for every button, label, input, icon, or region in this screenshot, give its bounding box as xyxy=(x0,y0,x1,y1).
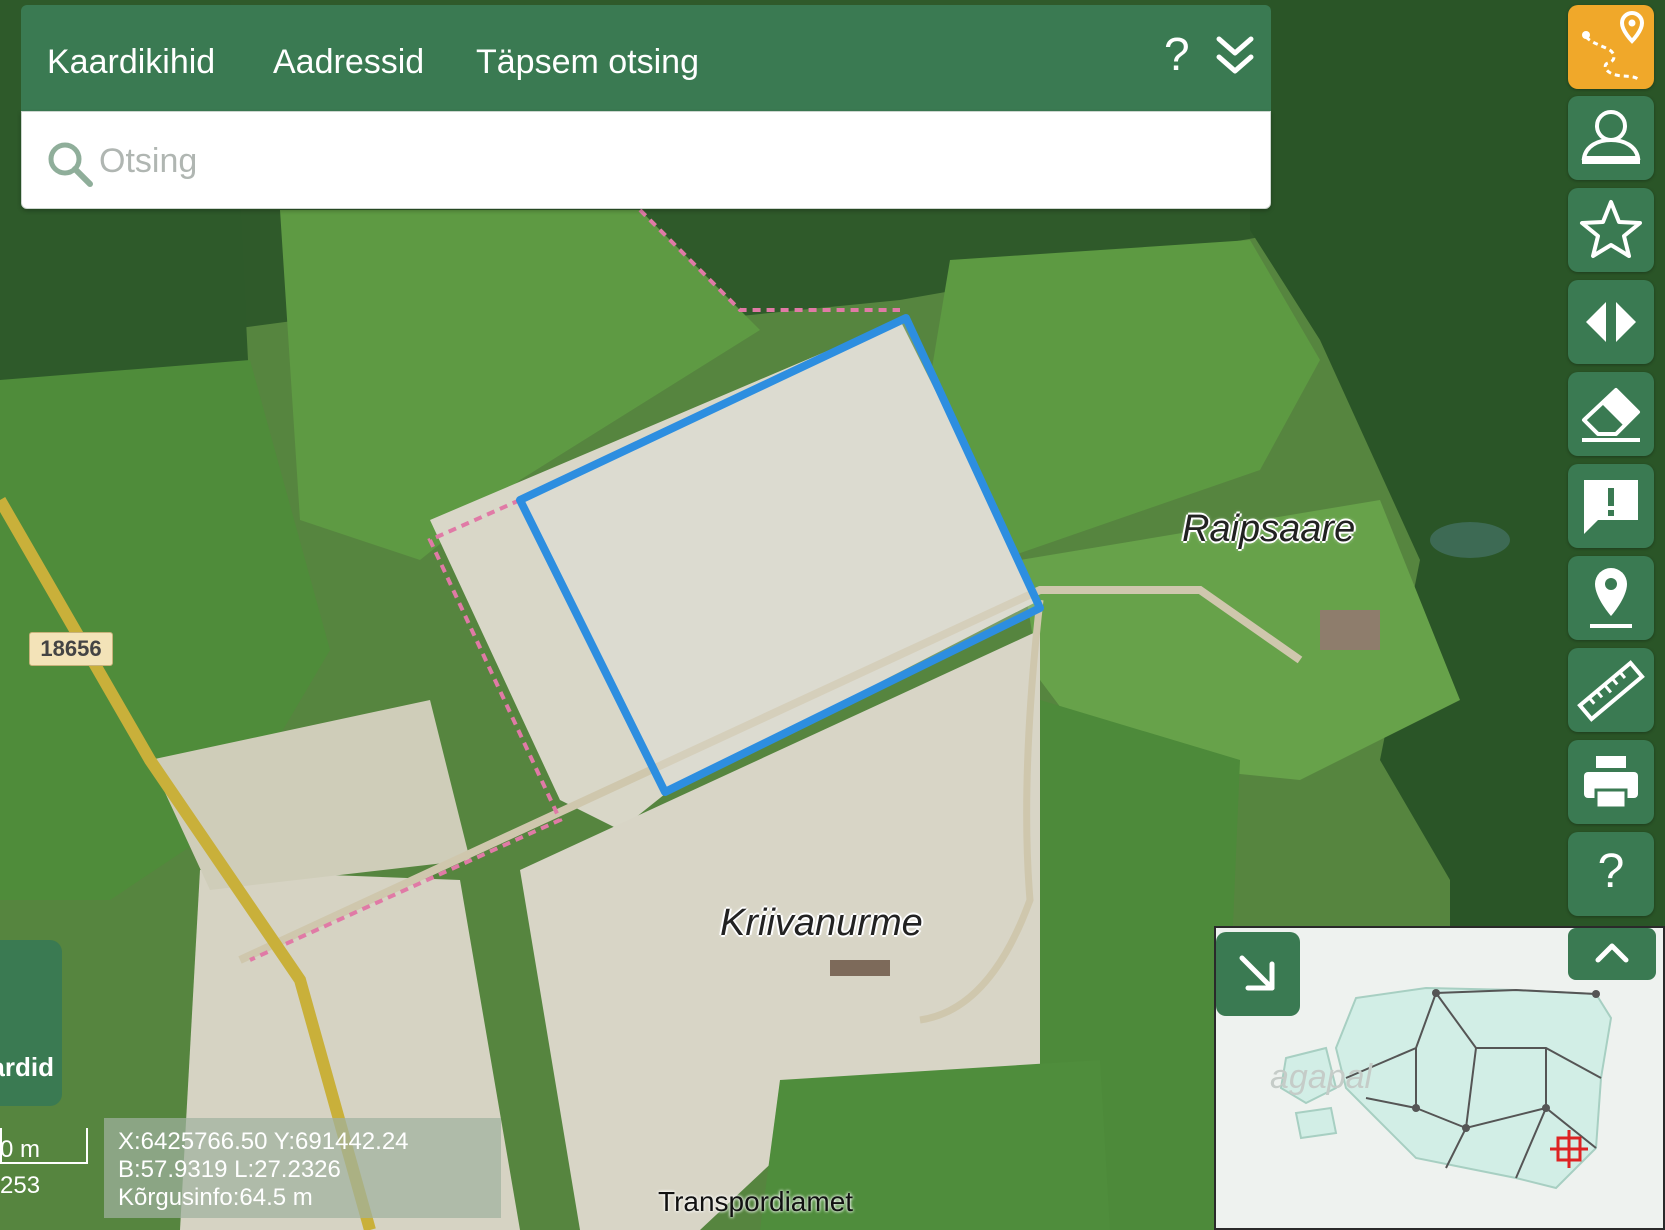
tab-kaardikihid[interactable]: Kaardikihid xyxy=(47,43,215,82)
minimap-label: agapal xyxy=(1270,1058,1373,1096)
help-icon: ? xyxy=(1597,845,1625,898)
compare-button[interactable] xyxy=(1568,280,1654,364)
ruler-icon xyxy=(1577,660,1645,722)
search-input[interactable] xyxy=(97,132,1201,190)
user-button[interactable] xyxy=(1568,96,1654,180)
location-pin-icon xyxy=(1590,568,1632,628)
search-panel: Kaardikihid Aadressid Täpsem otsing ? xyxy=(21,5,1271,209)
print-icon xyxy=(1584,756,1638,810)
route-pin-icon xyxy=(1582,11,1645,81)
help-tool-button[interactable]: ? xyxy=(1568,832,1654,916)
cards-button[interactable]: ardid xyxy=(0,940,62,1106)
help-button[interactable]: ? xyxy=(1164,27,1190,81)
collapse-panel-button[interactable] xyxy=(1213,33,1257,79)
coordinates-readout: X:6425766.50 Y:691442.24 B:57.9319 L:27.… xyxy=(104,1118,501,1218)
measure-button[interactable] xyxy=(1568,648,1654,732)
location-button[interactable] xyxy=(1568,556,1654,640)
user-icon xyxy=(1581,110,1641,164)
minimap-collapse-button[interactable] xyxy=(1568,928,1656,980)
arrow-down-right-icon xyxy=(1239,955,1275,991)
place-label-raipsaare: Raipsaare xyxy=(1182,508,1356,550)
feedback-icon xyxy=(1584,480,1638,534)
chevron-up-icon xyxy=(1595,943,1629,963)
double-chevron-down-icon xyxy=(1216,36,1254,74)
erase-button[interactable] xyxy=(1568,372,1654,456)
scale-label: 0 m xyxy=(0,1136,41,1163)
minimap-expand-button[interactable] xyxy=(1216,932,1300,1016)
map-attribution[interactable]: Transpordiamet xyxy=(658,1186,853,1218)
place-label-kriivanurme: Kriivanurme xyxy=(720,902,923,944)
scale-ratio: 253 xyxy=(0,1172,41,1199)
route-tool-button[interactable] xyxy=(1568,5,1654,89)
search-icon xyxy=(48,142,93,187)
eraser-icon xyxy=(1582,388,1640,442)
coordinates-xy: X:6425766.50 Y:691442.24 xyxy=(118,1128,409,1155)
road-number-badge: 18656 xyxy=(29,632,113,666)
feedback-button[interactable] xyxy=(1568,464,1654,548)
compare-arrows-icon xyxy=(1586,302,1636,342)
favorites-button[interactable] xyxy=(1568,188,1654,272)
print-button[interactable] xyxy=(1568,740,1654,824)
height-info: Kõrgusinfo:64.5 m xyxy=(118,1184,313,1211)
coordinates-bl: B:57.9319 L:27.2326 xyxy=(118,1156,341,1183)
tab-tapsem-otsing[interactable]: Täpsem otsing xyxy=(476,43,699,82)
cards-button-label: ardid xyxy=(0,1052,54,1082)
search-box xyxy=(21,111,1271,209)
star-icon xyxy=(1580,200,1642,258)
tab-aadressid[interactable]: Aadressid xyxy=(273,43,424,82)
header-tabs: Kaardikihid Aadressid Täpsem otsing ? xyxy=(21,5,1271,111)
